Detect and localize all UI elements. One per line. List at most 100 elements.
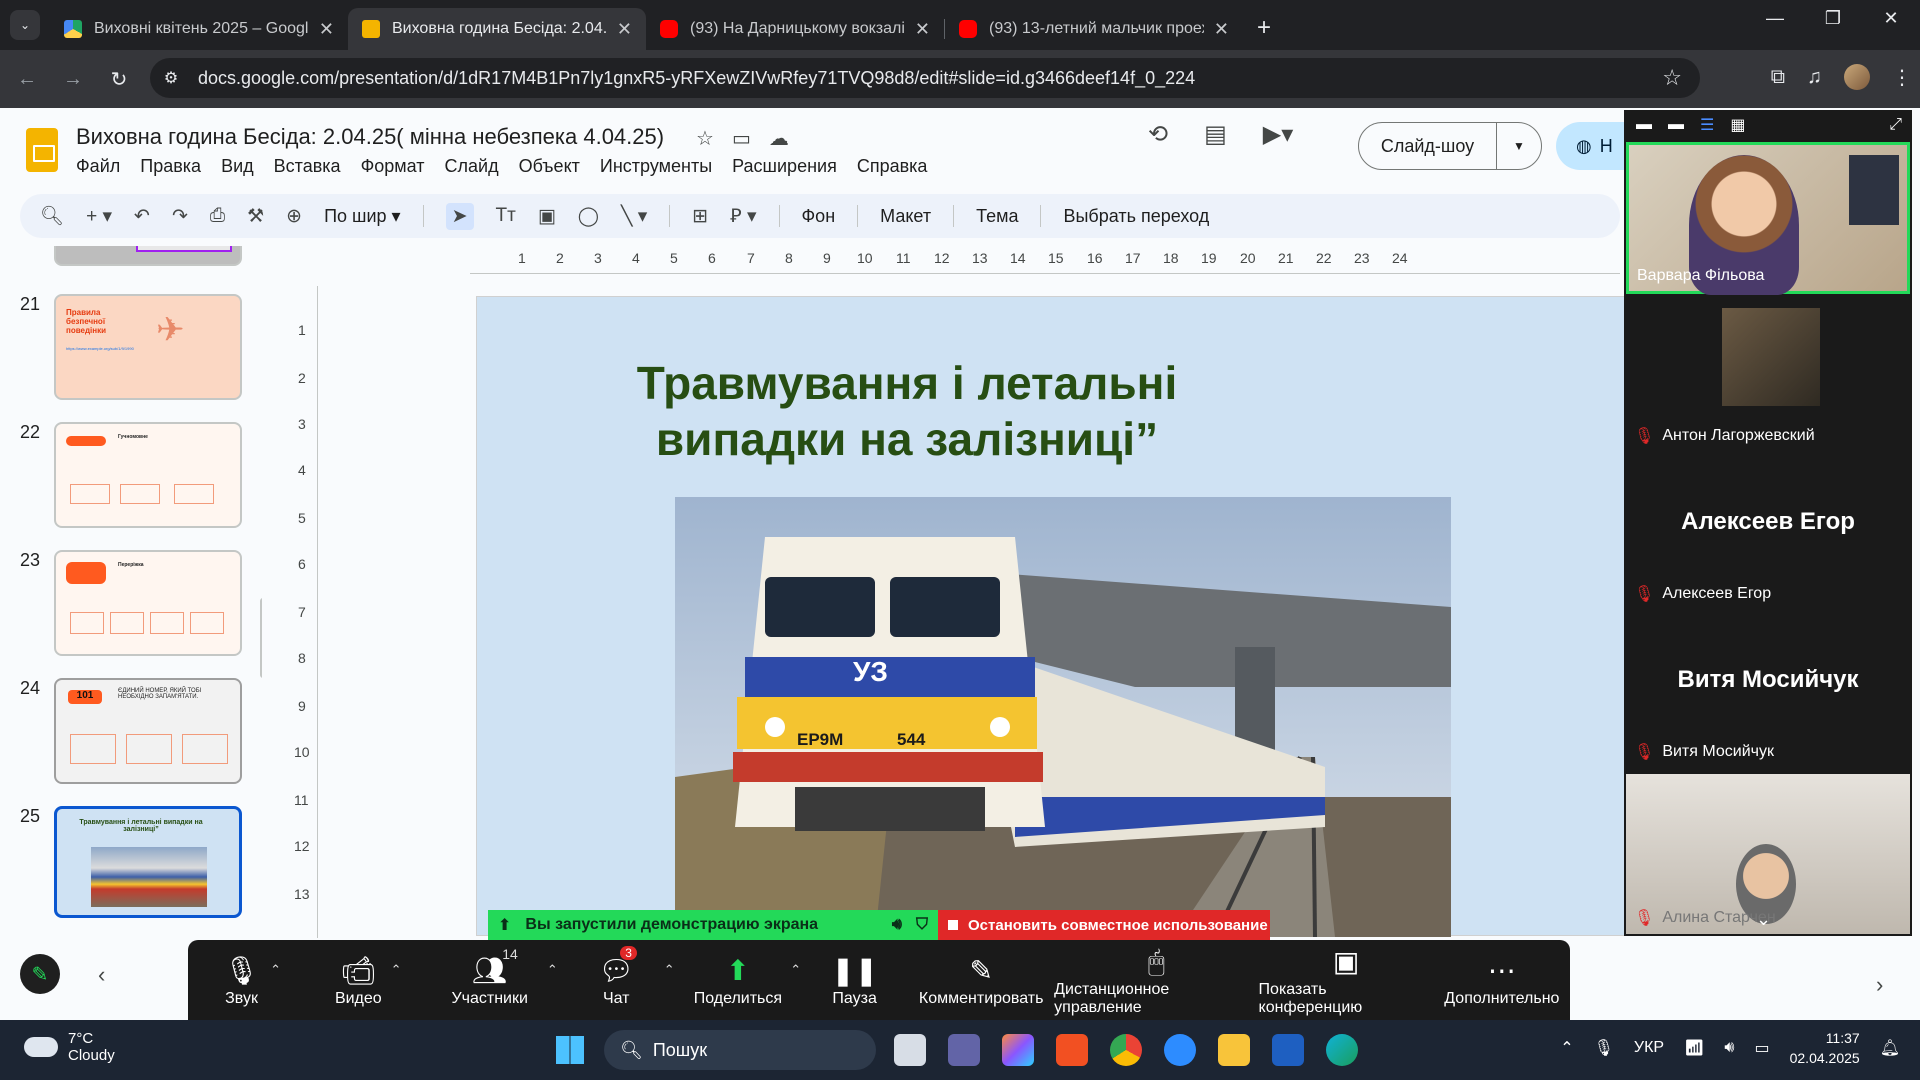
- new-slide-icon[interactable]: + ▾: [86, 205, 112, 228]
- filmstrip-scrollbar[interactable]: [260, 598, 262, 678]
- select-cursor-icon[interactable]: ➤: [445, 202, 474, 230]
- zoom-icon[interactable]: [1164, 1034, 1196, 1066]
- menu-slide[interactable]: Слайд: [445, 156, 499, 177]
- minimize-icon[interactable]: —: [1746, 8, 1804, 29]
- video-button[interactable]: 📹︎ Видео ⌃: [295, 940, 422, 1020]
- bookmark-star-icon[interactable]: ☆: [1662, 65, 1682, 91]
- current-slide[interactable]: Травмування і летальні випадки на залізн…: [476, 296, 1624, 937]
- profile-avatar[interactable]: [1844, 64, 1870, 90]
- menu-object[interactable]: Объект: [519, 156, 580, 177]
- redo-icon[interactable]: ↷: [172, 205, 188, 228]
- chevron-up-icon[interactable]: ⌃: [391, 962, 402, 978]
- meet-camera-icon[interactable]: ▶▾: [1263, 120, 1294, 149]
- show-meeting-button[interactable]: ▣ Показать конференцию: [1259, 940, 1434, 1020]
- thumbnail-view-icon[interactable]: ▬: [1668, 116, 1684, 134]
- defender-icon[interactable]: [1272, 1034, 1304, 1066]
- stop-share-button[interactable]: Остановить совместное использование: [938, 910, 1270, 940]
- theme-button[interactable]: Тема: [976, 206, 1018, 227]
- browser-tab[interactable]: (93) 13-летний мальчик проех ✕: [945, 8, 1243, 50]
- layout-button[interactable]: Макет: [880, 206, 931, 227]
- zoom-select[interactable]: По шир ▾: [324, 206, 401, 227]
- menu-edit[interactable]: Правка: [140, 156, 201, 177]
- search-menus-icon[interactable]: 🔍︎: [40, 204, 64, 228]
- reload-icon[interactable]: ↻: [100, 67, 138, 92]
- line-icon[interactable]: ╲ ▾: [621, 205, 647, 228]
- new-tab-button[interactable]: +: [1257, 14, 1271, 42]
- menu-view[interactable]: Вид: [221, 156, 254, 177]
- annotate-button[interactable]: ✎ Комментировать: [908, 940, 1054, 1020]
- expand-right-icon[interactable]: ›: [1876, 972, 1883, 998]
- edge-icon[interactable]: [1326, 1034, 1358, 1066]
- shape-icon[interactable]: ◯: [578, 205, 599, 228]
- windows-start-icon[interactable]: [556, 1036, 584, 1064]
- menu-help[interactable]: Справка: [857, 156, 928, 177]
- slideshow-button[interactable]: Слайд-шоу ▼: [1358, 122, 1542, 170]
- teams-icon[interactable]: [948, 1034, 980, 1066]
- zoom-icon[interactable]: ⊕: [286, 205, 302, 228]
- slide-thumbnail[interactable]: [54, 246, 242, 266]
- browser-tab[interactable]: Виховні квітень 2025 – Google ✕: [50, 8, 348, 50]
- clock[interactable]: 11:37 02.04.2025: [1790, 1028, 1860, 1068]
- menu-extensions[interactable]: Расширения: [732, 156, 837, 177]
- close-tab-icon[interactable]: ✕: [1214, 19, 1229, 40]
- tray-overflow-icon[interactable]: ⌃: [1560, 1038, 1573, 1058]
- speaker-view-icon[interactable]: ☰: [1700, 115, 1714, 135]
- print-icon[interactable]: ⎙: [210, 205, 225, 227]
- scroll-down-icon[interactable]: ⌄: [1756, 909, 1771, 930]
- version-history-icon[interactable]: ⟲: [1148, 120, 1168, 149]
- restore-icon[interactable]: ❐: [1804, 8, 1862, 29]
- document-title[interactable]: Виховна година Бесіда: 2.04.25( мінна не…: [76, 124, 664, 150]
- volume-icon[interactable]: 🔊︎: [1724, 1039, 1734, 1057]
- pause-share-button[interactable]: ❚❚ Пауза: [801, 940, 908, 1020]
- slideshow-dropdown-icon[interactable]: ▼: [1497, 139, 1541, 153]
- close-tab-icon[interactable]: ✕: [915, 19, 930, 40]
- browser-tab-active[interactable]: Виховна година Бесіда: 2.04.25 ✕: [348, 8, 646, 50]
- comments-icon[interactable]: ▤: [1204, 120, 1227, 149]
- close-tab-icon[interactable]: ✕: [617, 19, 632, 40]
- chevron-up-icon[interactable]: ⌃: [790, 962, 801, 978]
- paint-format-icon[interactable]: ⚒: [247, 205, 264, 228]
- background-button[interactable]: Фон: [802, 206, 836, 227]
- expand-panel-icon[interactable]: ⤢: [1889, 116, 1902, 134]
- participant-tile[interactable]: Алексеев Егор 🎙︎ Алексеев Егор: [1626, 458, 1910, 610]
- remote-control-button[interactable]: 🖱︎ Дистанционное управление: [1054, 940, 1258, 1020]
- store-icon[interactable]: [1056, 1034, 1088, 1066]
- browser-tab[interactable]: (93) На Дарницькому вокзалі ✕: [646, 8, 944, 50]
- notifications-icon[interactable]: 🔔︎: [1880, 1038, 1900, 1058]
- participants-button[interactable]: 👥︎ Участники 14 ⌃: [422, 940, 558, 1020]
- slide-thumbnail-selected[interactable]: Травмування і летальні випадки на залізн…: [54, 806, 242, 918]
- share-screen-button[interactable]: ⬆ Поделиться ⌃: [675, 940, 801, 1020]
- close-window-icon[interactable]: ✕: [1862, 8, 1920, 29]
- browser-menu-icon[interactable]: ⋮: [1892, 65, 1912, 90]
- task-view-icon[interactable]: [894, 1034, 926, 1066]
- slide-title[interactable]: Травмування і летальні випадки на залізн…: [537, 355, 1277, 467]
- microphone-tray-icon[interactable]: 🎙︎: [1594, 1038, 1614, 1058]
- back-icon[interactable]: ←: [8, 68, 46, 91]
- google-slides-logo-icon[interactable]: [26, 128, 58, 172]
- tab-search-button[interactable]: ⌄: [10, 10, 40, 40]
- menu-format[interactable]: Формат: [361, 156, 425, 177]
- slide-thumbnail[interactable]: 101 ЄДИНИЙ НОМЕР, ЯКИЙ ТОБІ НЕОБХІДНО ЗА…: [54, 678, 242, 784]
- menu-tools[interactable]: Инструменты: [600, 156, 712, 177]
- wifi-icon[interactable]: 📶︎: [1684, 1038, 1704, 1058]
- copilot-icon[interactable]: [1002, 1034, 1034, 1066]
- weather-widget[interactable]: 7°C Cloudy: [24, 1030, 115, 1064]
- audio-button[interactable]: 🎙︎ Звук ⌃: [188, 940, 295, 1020]
- participant-tile[interactable]: 🎙︎ Алина Старчен ⌄: [1626, 774, 1910, 934]
- chevron-up-icon[interactable]: ⌃: [664, 962, 675, 978]
- extensions-icon[interactable]: ⧉: [1771, 66, 1785, 89]
- chevron-up-icon[interactable]: ⌃: [547, 962, 558, 978]
- slide-thumbnail[interactable]: Правила безпечної поведінки https://www.…: [54, 294, 242, 400]
- collapse-left-icon[interactable]: ‹: [98, 962, 105, 988]
- undo-icon[interactable]: ↶: [134, 205, 150, 228]
- menu-file[interactable]: Файл: [76, 156, 120, 177]
- media-controls-icon[interactable]: ♫: [1807, 66, 1822, 89]
- input-language[interactable]: УКР: [1634, 1039, 1664, 1057]
- file-explorer-icon[interactable]: [1218, 1034, 1250, 1066]
- participant-tile[interactable]: 🎙︎ Антон Лагоржевский: [1626, 300, 1910, 452]
- site-info-icon[interactable]: ⚙: [154, 61, 188, 95]
- slide-thumbnail[interactable]: Переріжка: [54, 550, 242, 656]
- pen-tool-icon[interactable]: Ꝑ ▾: [730, 205, 756, 228]
- forward-icon[interactable]: →: [54, 68, 92, 91]
- chat-button[interactable]: 💬︎ Чат 3 ⌃: [558, 940, 675, 1020]
